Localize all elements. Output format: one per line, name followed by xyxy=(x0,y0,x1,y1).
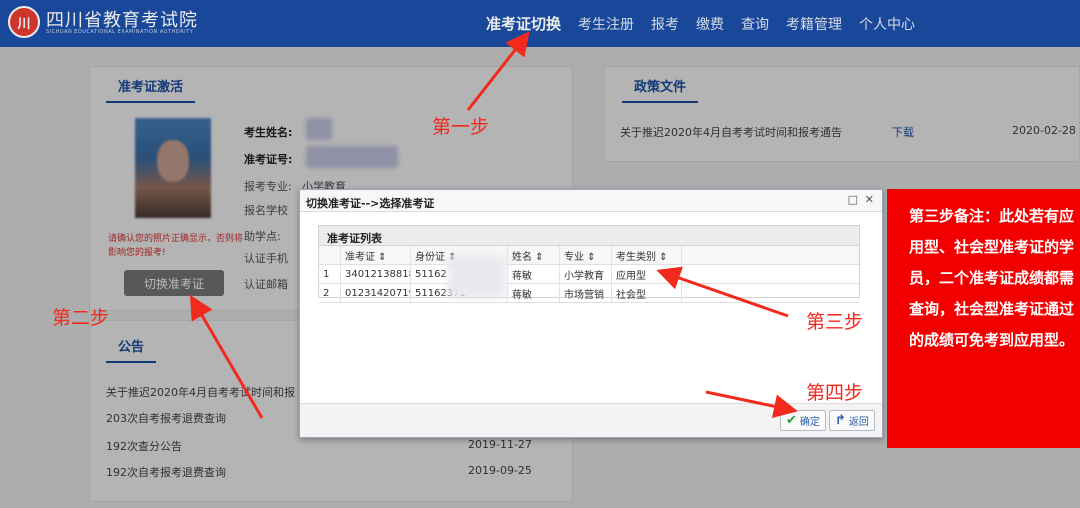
row-index: 1 xyxy=(319,265,341,283)
top-header: 川 四川省教育考试院 SICHUAN EDUCATIONAL EXAMINATI… xyxy=(0,0,1080,47)
nav-item-payment[interactable]: 缴费 xyxy=(696,14,724,34)
row-type: 应用型 xyxy=(612,265,682,283)
col-major[interactable]: 专业 ⇕ xyxy=(560,246,612,264)
check-icon: ✔ xyxy=(786,413,797,428)
col-name[interactable]: 姓名 ⇕ xyxy=(508,246,560,264)
maximize-icon[interactable]: □ xyxy=(848,193,858,206)
main-nav: 准考证切换 考生注册 报考 缴费 查询 考籍管理 个人中心 xyxy=(486,0,932,47)
row-name: 蒋敏 xyxy=(508,284,560,302)
site-subtitle: SICHUAN EDUCATIONAL EXAMINATION AUTHORIT… xyxy=(46,29,194,35)
col-ticket[interactable]: 准考证 ⇕ xyxy=(341,246,411,264)
row-major: 市场营销 xyxy=(560,284,612,302)
ticket-grid: 准考证列表 准考证 ⇕ 身份证 ⇕ 姓名 ⇕ 专业 ⇕ 考生类别 ⇕ 1 340… xyxy=(318,225,860,303)
step-four-label: 第四步 xyxy=(806,382,864,404)
nav-item-apply[interactable]: 报考 xyxy=(651,14,679,34)
dialog-footer: ✔ 确定 ↱ 返回 xyxy=(300,403,882,437)
dialog-title: 切换准考证-->选择准考证 xyxy=(300,190,882,212)
row-ticket: 012314207199 xyxy=(341,284,411,302)
row-ticket: 340121388182 xyxy=(341,265,411,283)
nav-item-switch-ticket[interactable]: 准考证切换 xyxy=(486,13,561,34)
table-row[interactable]: 2 012314207199 51162371 蒋敏 市场营销 社会型 xyxy=(319,284,859,303)
step-two-label: 第二步 xyxy=(52,307,110,329)
nav-item-register[interactable]: 考生注册 xyxy=(578,14,634,34)
return-icon: ↱ xyxy=(835,413,846,428)
nav-item-records[interactable]: 考籍管理 xyxy=(786,14,842,34)
step-one-label: 第一步 xyxy=(432,116,490,138)
back-button[interactable]: ↱ 返回 xyxy=(829,410,875,431)
nav-item-personal[interactable]: 个人中心 xyxy=(859,14,915,34)
table-row[interactable]: 1 340121388182 51162 蒋敏 小学教育 应用型 xyxy=(319,265,859,284)
confirm-label: 确定 xyxy=(799,417,820,428)
row-index: 2 xyxy=(319,284,341,302)
grid-header: 准考证 ⇕ 身份证 ⇕ 姓名 ⇕ 专业 ⇕ 考生类别 ⇕ xyxy=(319,246,859,265)
grid-caption: 准考证列表 xyxy=(319,226,859,246)
row-major: 小学教育 xyxy=(560,265,612,283)
col-type[interactable]: 考生类别 ⇕ xyxy=(612,246,682,264)
row-type: 社会型 xyxy=(612,284,682,302)
confirm-button[interactable]: ✔ 确定 xyxy=(780,410,826,431)
row-name: 蒋敏 xyxy=(508,265,560,283)
annotation-note: 第三步备注：此处若有应用型、社会型准考证的学员，二个准考证成绩都需查询，社会型准… xyxy=(887,189,1080,448)
close-icon[interactable]: ✕ xyxy=(865,193,874,206)
switch-ticket-dialog: 切换准考证-->选择准考证 □ ✕ 准考证列表 准考证 ⇕ 身份证 ⇕ 姓名 ⇕… xyxy=(299,189,883,438)
step-three-label: 第三步 xyxy=(806,311,864,333)
id-blurred xyxy=(448,256,506,298)
logo-icon: 川 xyxy=(8,6,40,38)
nav-item-query[interactable]: 查询 xyxy=(741,14,769,34)
back-label: 返回 xyxy=(848,417,869,428)
